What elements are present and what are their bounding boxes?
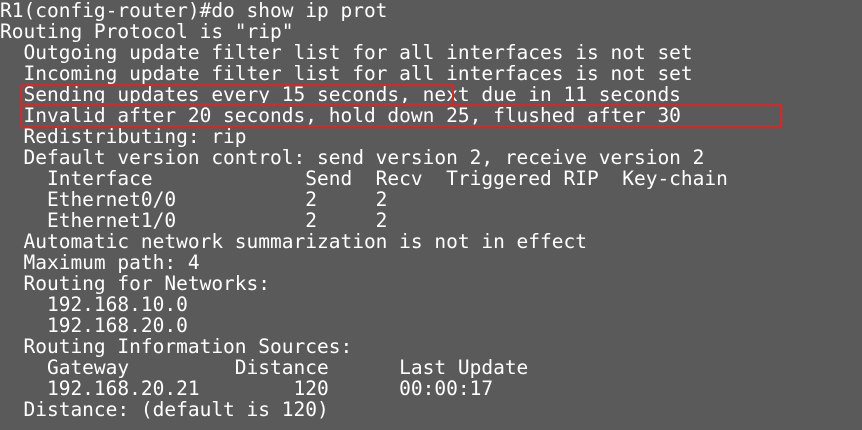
terminal-line: Outgoing update filter list for all inte… xyxy=(0,41,693,64)
terminal-line: Automatic network summarization is not i… xyxy=(0,230,587,253)
terminal-line: Gateway Distance Last Update xyxy=(0,356,529,379)
terminal-line: Routing for Networks: xyxy=(0,272,271,295)
terminal-line: 192.168.20.0 xyxy=(0,314,188,337)
terminal-line: Redistributing: rip xyxy=(0,125,247,148)
terminal-line: Sending updates every 15 seconds, next d… xyxy=(0,83,681,106)
terminal-line: Invalid after 20 seconds, hold down 25, … xyxy=(0,104,681,127)
terminal-line: Default version control: send version 2,… xyxy=(0,146,705,169)
terminal-line: 192.168.20.21 120 00:00:17 xyxy=(0,377,494,400)
terminal-output: R1(config-router)#do show ip prot Routing… xyxy=(0,0,862,420)
terminal-line: Interface Send Recv Triggered RIP Key-ch… xyxy=(0,167,728,190)
terminal-line: 192.168.10.0 xyxy=(0,293,188,316)
terminal-line: Ethernet0/0 2 2 xyxy=(0,188,388,211)
terminal-line: Incoming update filter list for all inte… xyxy=(0,62,693,85)
terminal-line: Maximum path: 4 xyxy=(0,251,200,274)
terminal-line: R1(config-router)#do show ip prot xyxy=(0,0,388,22)
terminal-line: Distance: (default is 120) xyxy=(0,398,329,421)
terminal-line: Routing Information Sources: xyxy=(0,335,353,358)
terminal-line: Routing Protocol is "rip" xyxy=(0,20,294,43)
terminal-line: Ethernet1/0 2 2 xyxy=(0,209,388,232)
terminal-window[interactable]: R1(config-router)#do show ip prot Routing… xyxy=(0,0,862,430)
